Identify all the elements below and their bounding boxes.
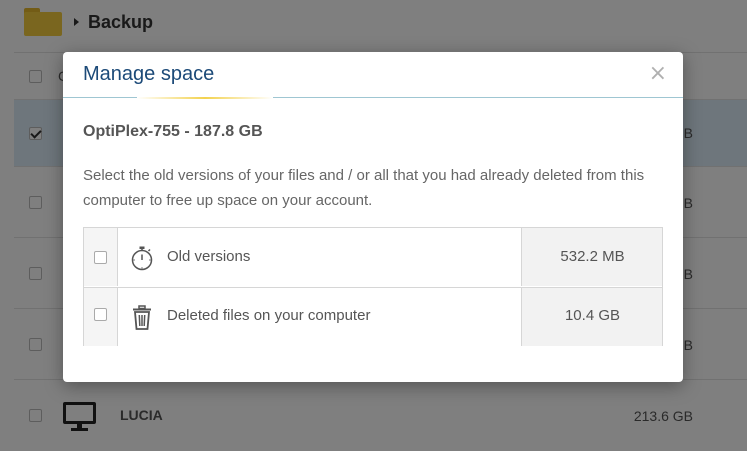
dialog-title: Manage space xyxy=(83,63,215,85)
trash-icon xyxy=(133,305,151,330)
size-cell: 532.2 MB xyxy=(521,228,662,286)
option-old-versions[interactable]: Old versions 532.2 MB xyxy=(84,228,662,286)
option-deleted-files[interactable]: Deleted files on your computer 10.4 GB xyxy=(84,287,662,346)
title-underline xyxy=(137,97,273,99)
option-size: 532.2 MB xyxy=(560,248,625,265)
option-label: Deleted files on your computer xyxy=(167,307,371,324)
checkbox-cell xyxy=(84,288,118,346)
size-cell: 10.4 GB xyxy=(521,288,662,346)
dialog-description: Select the old versions of your files an… xyxy=(83,167,645,209)
old-versions-checkbox[interactable] xyxy=(94,251,107,264)
computer-heading: OptiPlex-755 - 187.8 GB xyxy=(83,123,263,140)
deleted-files-checkbox[interactable] xyxy=(94,308,107,321)
stopwatch-icon xyxy=(131,246,153,271)
manage-space-dialog: Manage space × OptiPlex-755 - 187.8 GB S… xyxy=(63,52,683,382)
checkbox-cell xyxy=(84,228,118,286)
option-label: Old versions xyxy=(167,248,251,265)
option-size: 10.4 GB xyxy=(564,307,621,324)
dialog-header: Manage space × xyxy=(63,52,683,99)
options-table: Old versions 532.2 MB Deleted files on y… xyxy=(83,227,663,346)
close-icon[interactable]: × xyxy=(649,63,667,85)
